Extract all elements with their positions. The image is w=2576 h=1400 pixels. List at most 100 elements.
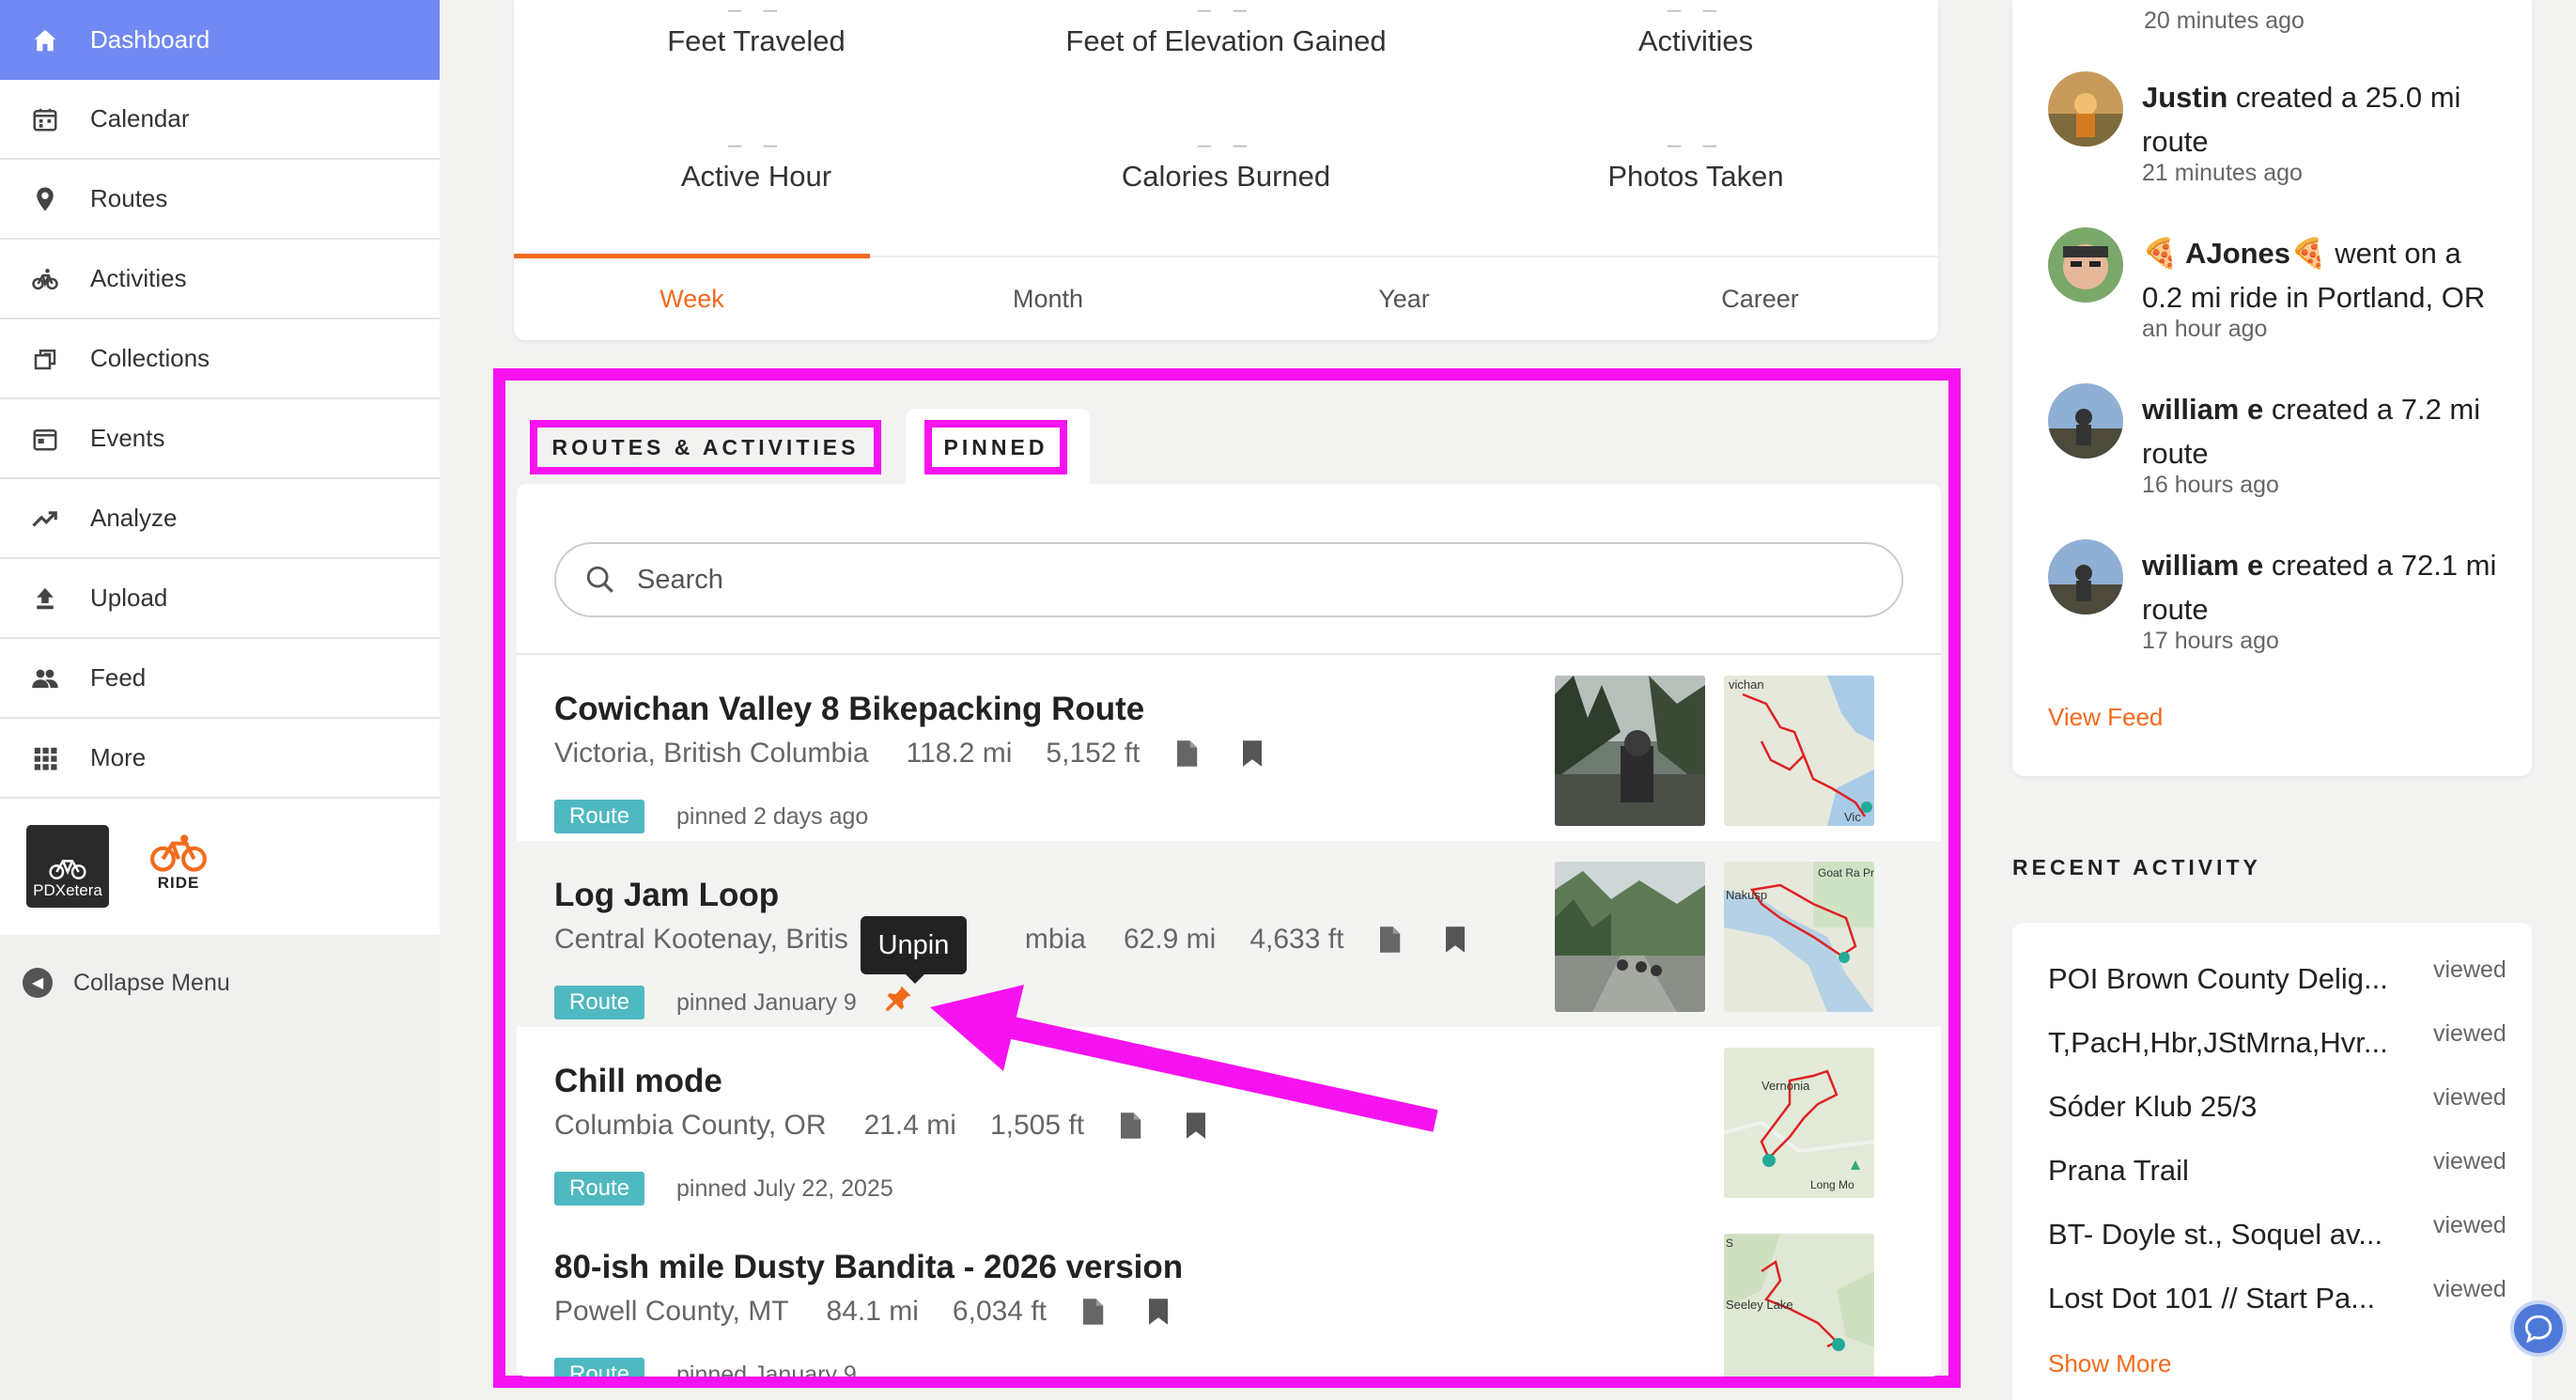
pinned-date: pinned January 9 (676, 1361, 857, 1377)
cue-sheet-icon[interactable] (1118, 1112, 1142, 1140)
bike-icon (49, 860, 86, 879)
list-item[interactable]: Chill mode Columbia County, OR 21.4 mi 1… (517, 1027, 1941, 1213)
pinned-routes-panel: ROUTES & ACTIVITIES PINNED Cowichan Vall… (493, 368, 1961, 1388)
unpin-pushpin-icon[interactable] (885, 984, 913, 1012)
list-item[interactable]: BT- Doyle st., Soquel av... viewed (2048, 1212, 2506, 1274)
route-photo-thumbnail[interactable] (1555, 676, 1705, 826)
route-title[interactable]: Chill mode (554, 1063, 722, 1100)
route-distance: 21.4 mi (863, 1110, 956, 1141)
stat-value: – – (1667, 130, 1725, 158)
upload-icon (0, 584, 90, 613)
ride-with-gps-logo[interactable]: RIDE (141, 832, 216, 900)
feed-text: 🍕 AJones🍕 went on a 0.2 mi ride in Portl… (2142, 231, 2508, 319)
avatar[interactable] (2048, 71, 2123, 147)
route-map-thumbnail[interactable]: Seeley Lake S (1724, 1234, 1874, 1377)
search-icon (586, 566, 613, 593)
bookmark-icon[interactable] (1184, 1112, 1208, 1140)
calendar-icon (0, 105, 90, 133)
tab-pinned[interactable]: PINNED (924, 420, 1067, 474)
route-map-thumbnail[interactable]: Vernonia Long Mo (1724, 1048, 1874, 1198)
recent-item-status: viewed (2433, 1276, 2506, 1302)
sidebar-item-upload[interactable]: Upload (0, 559, 440, 639)
sidebar-item-calendar[interactable]: Calendar (0, 80, 440, 160)
stat-value: – – (727, 130, 785, 158)
tab-career[interactable]: Career (1582, 257, 1938, 340)
recent-item-status: viewed (2433, 957, 2506, 983)
feed-user[interactable]: william e (2142, 549, 2263, 582)
route-photo-thumbnail[interactable] (1555, 862, 1705, 1012)
map-image: Seeley Lake S (1724, 1234, 1874, 1377)
sidebar-item-feed[interactable]: Feed (0, 639, 440, 719)
sidebar-item-events[interactable]: Events (0, 399, 440, 479)
recent-item-name[interactable]: BT- Doyle st., Soquel av... (2048, 1218, 2405, 1252)
list-item[interactable]: Sóder Klub 25/3 viewed (2048, 1084, 2506, 1146)
list-item[interactable]: Cowichan Valley 8 Bikepacking Route Vict… (517, 655, 1941, 841)
show-more-link[interactable]: Show More (2048, 1349, 2172, 1378)
route-location: mbia (1024, 924, 1086, 955)
map-label: Vic (1844, 810, 1861, 824)
route-type-badge: Route (554, 800, 645, 833)
avatar[interactable] (2048, 227, 2123, 303)
route-title[interactable]: Cowichan Valley 8 Bikepacking Route (554, 691, 1144, 728)
stats-card: – – Feet Traveled – – Feet of Elevation … (514, 0, 1938, 340)
avatar[interactable] (2048, 539, 2123, 614)
ride-logo-icon (150, 834, 207, 872)
route-type-badge: Route (554, 986, 645, 1019)
chat-support-button[interactable] (2510, 1300, 2567, 1357)
cue-sheet-icon[interactable] (1377, 926, 1402, 954)
route-location: Columbia County, OR (554, 1110, 827, 1141)
sidebar-item-dashboard[interactable]: Dashboard (0, 0, 440, 80)
recent-item-name[interactable]: T,PacH,Hbr,JStMrna,Hvr... (2048, 1026, 2405, 1060)
list-item[interactable]: T,PacH,Hbr,JStMrna,Hvr... viewed (2048, 1020, 2506, 1082)
tab-month[interactable]: Month (870, 257, 1226, 340)
feed-user[interactable]: Justin (2142, 81, 2227, 114)
bookmark-icon[interactable] (1443, 926, 1467, 954)
route-title[interactable]: 80-ish mile Dusty Bandita - 2026 version (554, 1249, 1183, 1286)
route-title[interactable]: Log Jam Loop (554, 877, 779, 914)
map-label: Vernonia (1761, 1079, 1810, 1093)
collapse-menu-button[interactable]: ◀ Collapse Menu (23, 968, 230, 998)
sidebar-item-activities[interactable]: Activities (0, 240, 440, 319)
list-item[interactable]: Prana Trail viewed (2048, 1148, 2506, 1210)
sidebar-item-collections[interactable]: Collections (0, 319, 440, 399)
sidebar-item-analyze[interactable]: Analyze (0, 479, 440, 559)
feed-user[interactable]: 🍕 AJones🍕 (2142, 237, 2327, 270)
view-feed-link[interactable]: View Feed (2048, 703, 2163, 732)
list-item[interactable]: Log Jam Loop Central Kootenay, Britis mbi… (517, 841, 1941, 1027)
sidebar-item-more[interactable]: More (0, 719, 440, 799)
recent-item-name[interactable]: POI Brown County Delig... (2048, 962, 2405, 996)
feed-text: Justin created a 25.0 mi route (2142, 75, 2508, 163)
club-logo-pdxetera[interactable]: PDXetera (26, 825, 109, 908)
cue-sheet-icon[interactable] (1080, 1298, 1105, 1326)
bookmark-icon[interactable] (1146, 1298, 1171, 1326)
feed-time: 17 hours ago (2142, 628, 2279, 654)
recent-item-name[interactable]: Prana Trail (2048, 1154, 2405, 1188)
list-item[interactable]: POI Brown County Delig... viewed (2048, 957, 2506, 1019)
recent-item-name[interactable]: Sóder Klub 25/3 (2048, 1090, 2405, 1124)
stat-label: Feet Traveled (667, 24, 846, 57)
tab-week[interactable]: Week (514, 254, 870, 340)
bookmark-icon[interactable] (1240, 739, 1265, 768)
tab-routes-activities[interactable]: ROUTES & ACTIVITIES (530, 420, 881, 474)
search-input[interactable] (637, 564, 1858, 596)
feed-user[interactable]: william e (2142, 393, 2263, 426)
stat-value: – – (1197, 130, 1255, 158)
stat-label: Feet of Elevation Gained (1065, 24, 1387, 57)
recent-item-status: viewed (2433, 1084, 2506, 1111)
route-location: Victoria, British Columbia (554, 738, 869, 769)
map-label: S (1726, 1237, 1733, 1250)
list-item[interactable]: Lost Dot 101 // Start Pa... viewed (2048, 1276, 2506, 1338)
sidebar-item-routes[interactable]: Routes (0, 160, 440, 240)
route-map-thumbnail[interactable]: vichan Vic (1724, 676, 1874, 826)
stat-active-hour: – – Active Hour (521, 130, 991, 194)
recent-item-status: viewed (2433, 1148, 2506, 1174)
sidebar-item-label: Events (90, 424, 165, 452)
avatar[interactable] (2048, 383, 2123, 459)
route-map-thumbnail[interactable]: Nakusp Goat Ra Provincia (1724, 862, 1874, 1012)
list-item[interactable]: 80-ish mile Dusty Bandita - 2026 version… (517, 1213, 1941, 1377)
events-icon (0, 425, 90, 453)
tab-year[interactable]: Year (1226, 257, 1582, 340)
search-bar (554, 542, 1903, 617)
recent-item-name[interactable]: Lost Dot 101 // Start Pa... (2048, 1282, 2405, 1315)
cue-sheet-icon[interactable] (1174, 739, 1199, 768)
